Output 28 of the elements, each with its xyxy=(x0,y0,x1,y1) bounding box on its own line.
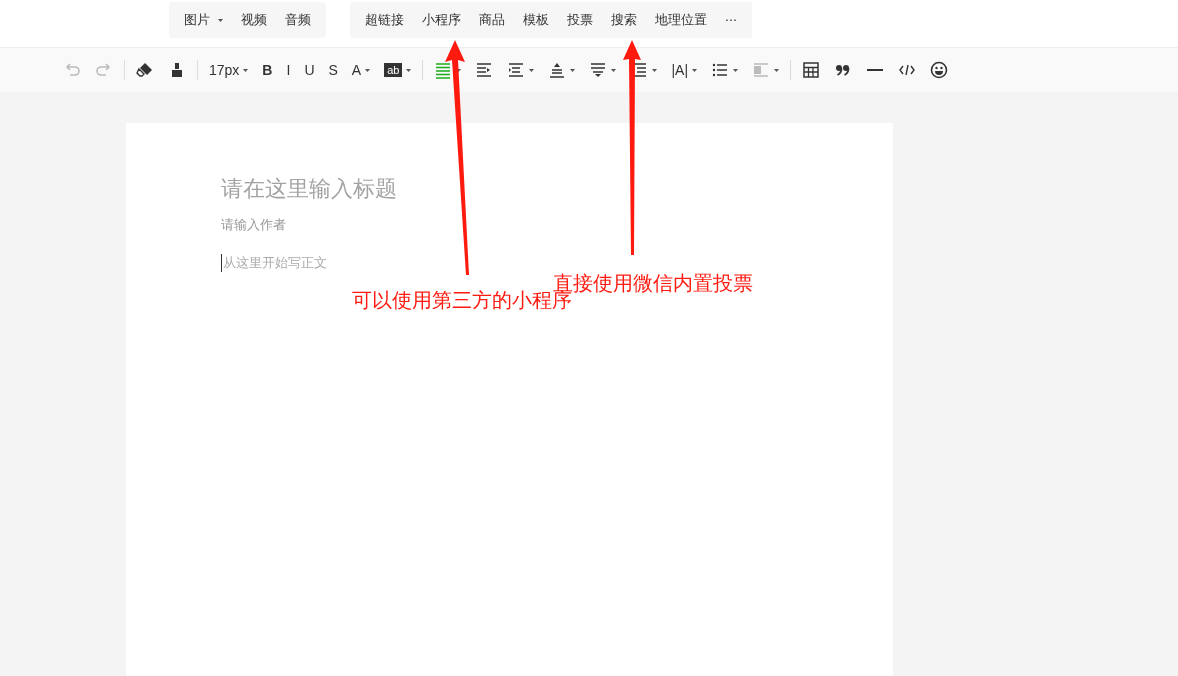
paragraph-spacing-icon[interactable] xyxy=(589,61,608,79)
insert-menu-item[interactable]: 模板 xyxy=(517,2,555,38)
list-icon[interactable] xyxy=(711,61,730,79)
toolbar-button[interactable]: U xyxy=(304,62,315,78)
insert-menu-item[interactable]: 视频 xyxy=(235,2,273,38)
insert-menu-item[interactable]: 音频 xyxy=(279,2,317,38)
insert-menu-item[interactable]: 搜索 xyxy=(605,2,643,38)
insert-menu-item[interactable]: 投票 xyxy=(561,2,599,38)
toolbar-button[interactable]: B xyxy=(262,62,273,78)
indent-center-icon[interactable] xyxy=(507,61,526,79)
insert-menu-item[interactable]: 超链接 xyxy=(359,2,410,38)
insert-menu-item[interactable]: 小程序 xyxy=(416,2,467,38)
toolbar-button[interactable]: 17px xyxy=(209,62,240,78)
toolbar-button[interactable]: |A| xyxy=(671,62,689,78)
insert-menu-item[interactable]: 地理位置 xyxy=(649,2,713,38)
align-justify-icon[interactable] xyxy=(434,61,453,79)
toolbar-button[interactable]: ab xyxy=(384,63,403,77)
eraser-icon[interactable] xyxy=(136,61,154,79)
indent-right-icon[interactable] xyxy=(475,61,494,79)
emoji-icon[interactable] xyxy=(930,61,949,79)
toolbar-button[interactable]: S xyxy=(328,62,338,78)
insert-menu-item[interactable]: 图片 xyxy=(178,2,229,38)
insert-menu-item[interactable]: 商品 xyxy=(473,2,511,38)
toolbar-button[interactable]: I xyxy=(286,62,291,78)
table-icon[interactable] xyxy=(802,61,821,79)
line-spacing-icon[interactable] xyxy=(548,61,567,79)
insert-menu-item[interactable]: ··· xyxy=(719,2,743,38)
toolbar-button[interactable]: A xyxy=(351,62,362,78)
